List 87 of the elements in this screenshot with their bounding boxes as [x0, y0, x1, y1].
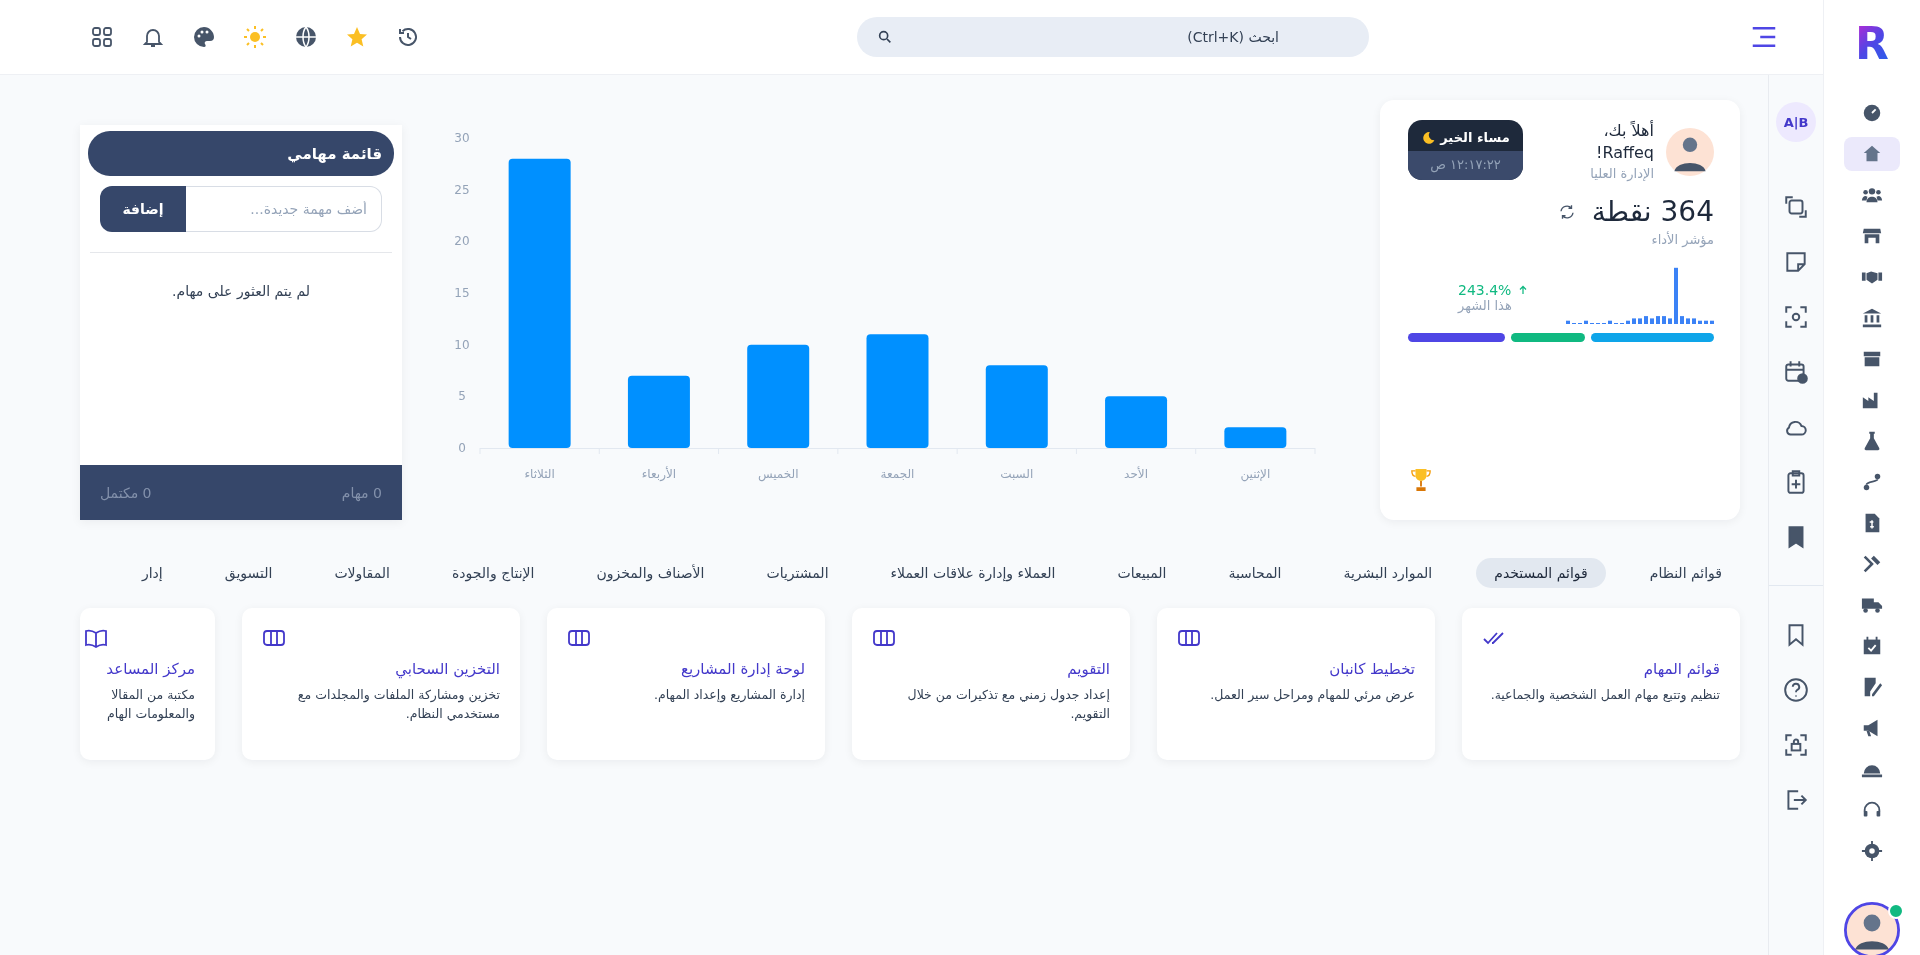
greeting-text: أهلاً بك،: [1602, 120, 1654, 142]
x-axis-label: الجمعة: [880, 467, 915, 481]
category-tab[interactable]: إدار: [123, 558, 181, 588]
lock-icon[interactable]: [1783, 732, 1809, 758]
app-title: التخزين السحابي: [395, 660, 500, 678]
bank-icon: [1861, 307, 1883, 329]
x-axis-label: الثلاثاء: [524, 467, 555, 481]
help-icon[interactable]: [1783, 677, 1809, 703]
app-card[interactable]: تخطيط كانبان عرض مرئي للمهام ومراحل سير العمل.: [1157, 608, 1435, 760]
apps-grid-icon[interactable]: [90, 25, 114, 49]
y-axis-label: 15: [454, 286, 470, 300]
app-description: تخزين ومشاركة الملفات والمجلدات مع مستخدمي النظام.: [296, 686, 500, 723]
calendar-check-icon: [1861, 635, 1883, 657]
category-tab[interactable]: الأصناف والمخزون: [578, 558, 723, 588]
app-description: مكتبة من المقالا والمعلومات الهام: [106, 686, 195, 724]
refresh-icon[interactable]: [1557, 202, 1576, 221]
tasks-title: قائمة مهامي: [88, 131, 394, 176]
gauge-icon: [1861, 102, 1883, 124]
nav-item[interactable]: [1844, 137, 1900, 171]
app-description: إدارة المشاريع وإعداد المهام.: [654, 686, 805, 705]
app-card[interactable]: التخزين السحابي تخزين ومشاركة الملفات والمجلدات مع مستخدمي النظام.: [242, 608, 520, 760]
y-axis-label: 25: [454, 182, 470, 197]
change-label: هذا الشهر: [1458, 298, 1512, 313]
category-tab[interactable]: الإنتاج والجودة: [433, 558, 553, 588]
chart-bar: [1224, 427, 1287, 448]
app-title: مركز المساعد: [106, 660, 195, 678]
moon-icon: [1421, 130, 1436, 145]
settings-icon: [1861, 840, 1883, 862]
calendar-clock-icon[interactable]: [1783, 359, 1809, 385]
points-label: مؤشر الأداء: [1650, 232, 1714, 247]
tools-icon: [1861, 553, 1883, 575]
app-title: لوحة إدارة المشاريع: [680, 660, 805, 678]
x-axis-label: الخميس: [757, 467, 799, 481]
star-icon[interactable]: [345, 25, 369, 49]
avatar-icon: [1844, 902, 1900, 955]
app-card[interactable]: التقويم إعداد جدول زمني مع تذكيرات من خلال التقويم.: [852, 608, 1130, 760]
app-title: تخطيط كانبان: [1329, 660, 1415, 678]
y-axis-label: 5: [458, 389, 466, 404]
user-avatar[interactable]: [1844, 902, 1900, 955]
task-count: 0 مهام: [341, 484, 382, 501]
ab-test-badge[interactable]: A|B: [1776, 102, 1816, 142]
app-card[interactable]: قوائم المهام تنظيم وتتبع مهام العمل الشخصية والجماعية.: [1462, 608, 1740, 760]
avatar-icon: [1666, 128, 1714, 176]
search-icon: [877, 29, 893, 45]
y-axis-label: 20: [454, 234, 470, 249]
scan-icon[interactable]: [1783, 304, 1809, 330]
chart-bar: [1105, 396, 1168, 448]
crop-icon[interactable]: [1783, 194, 1809, 220]
category-tab[interactable]: التسويق: [206, 558, 291, 588]
x-axis-label: الأحد: [1124, 467, 1148, 481]
note-icon[interactable]: [1783, 249, 1809, 275]
route-icon: [1861, 471, 1883, 493]
category-tab[interactable]: قوائم المستخدم: [1476, 558, 1606, 588]
user-role: الإدارة العليا: [1589, 166, 1654, 181]
clock-time: ١٢:١٧:٢٢ ص: [1408, 151, 1523, 180]
palette-icon[interactable]: [192, 25, 216, 49]
app-title: قوائم المهام: [1643, 660, 1720, 678]
y-axis-label: 0: [458, 441, 466, 455]
category-tab[interactable]: العملاء وإدارة علاقات العملاء: [872, 558, 1074, 588]
search-field[interactable]: ابحث (Ctrl+K): [857, 17, 1369, 57]
history-icon[interactable]: [396, 25, 420, 49]
x-axis-label: الإثنين: [1240, 467, 1271, 481]
period-greeting: مساء الخير: [1440, 130, 1510, 145]
app-card[interactable]: لوحة إدارة المشاريع إدارة المشاريع وإعداد المهام.: [547, 608, 825, 760]
app-description: إعداد جدول زمني مع تذكيرات من خلال التقويم.: [906, 686, 1110, 724]
y-axis-label: 30: [454, 131, 470, 145]
completed-count: 0 مكتمل: [100, 484, 152, 501]
points-value: 364 نقطة: [1591, 195, 1714, 228]
category-tab[interactable]: المبيعات: [1099, 558, 1185, 588]
globe-icon[interactable]: [294, 25, 318, 49]
app-description: عرض مرئي للمهام ومراحل سير العمل.: [1210, 686, 1415, 705]
empty-message: لم يتم العثور على مهام.: [171, 283, 311, 302]
app-card[interactable]: مركز المساعد مكتبة من المقالا والمعلومات الهام: [80, 608, 215, 760]
y-axis-label: 10: [454, 337, 470, 352]
x-axis-label: الأربعاء: [641, 467, 677, 481]
category-tab[interactable]: المشتريات: [748, 558, 847, 588]
trophy-icon: [1410, 466, 1432, 494]
user-name: Raffeq!: [1595, 142, 1654, 164]
app-title: التقويم: [1067, 660, 1110, 678]
category-tab[interactable]: المحاسبة: [1210, 558, 1300, 588]
category-tab[interactable]: الموارد البشرية: [1325, 558, 1451, 588]
change-percent: 243.4%: [1458, 282, 1512, 298]
category-tab[interactable]: المقاولات: [316, 558, 408, 588]
x-axis-label: السبت: [1000, 467, 1034, 481]
category-tab[interactable]: قوائم النظام: [1631, 558, 1740, 588]
add-task-button[interactable]: إضافة: [100, 186, 186, 232]
app-description: تنظيم وتتبع مهام العمل الشخصية والجماعية.: [1490, 686, 1720, 705]
